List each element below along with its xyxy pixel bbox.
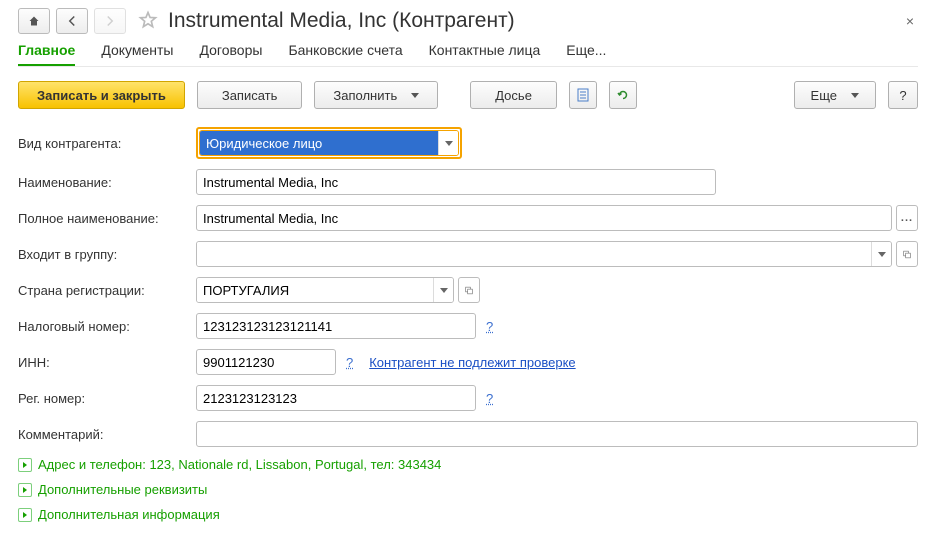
tab-bank-accounts[interactable]: Банковские счета	[288, 42, 402, 66]
tab-contacts[interactable]: Контактные лица	[429, 42, 541, 66]
label-reg-number: Рег. номер:	[18, 391, 196, 406]
contractor-type-combo[interactable]	[200, 131, 438, 155]
label-name: Наименование:	[18, 175, 196, 190]
toolbar: Записать и закрыть Записать Заполнить До…	[18, 81, 918, 109]
tab-bar: Главное Документы Договоры Банковские сч…	[18, 42, 918, 67]
tab-more[interactable]: Еще...	[566, 42, 606, 66]
label-tax-number: Налоговый номер:	[18, 319, 196, 334]
fullname-lookup-button[interactable]: ...	[896, 205, 918, 231]
country-open-button[interactable]	[458, 277, 480, 303]
favorite-star-icon[interactable]	[138, 10, 158, 33]
expand-arrow-icon	[18, 458, 32, 472]
help-button[interactable]: ?	[888, 81, 918, 109]
back-button[interactable]	[56, 8, 88, 34]
expand-arrow-icon	[18, 483, 32, 497]
main-form: Вид контрагента: Наименование: Полное на…	[18, 127, 918, 522]
label-group: Входит в группу:	[18, 247, 196, 262]
home-button[interactable]	[18, 8, 50, 34]
inn-check-link[interactable]: Контрагент не подлежит проверке	[369, 355, 575, 370]
dossier-button[interactable]: Досье	[470, 81, 557, 109]
dropdown-arrow-icon[interactable]	[871, 242, 891, 266]
dropdown-arrow-icon[interactable]	[438, 131, 458, 155]
document-icon-button[interactable]	[569, 81, 597, 109]
label-comment: Комментарий:	[18, 427, 196, 442]
save-and-close-button[interactable]: Записать и закрыть	[18, 81, 185, 109]
inn-input[interactable]	[196, 349, 336, 375]
section-additional-info[interactable]: Дополнительная информация	[18, 507, 918, 522]
inn-hint-icon[interactable]: ?	[346, 355, 353, 370]
section-additional-props-label: Дополнительные реквизиты	[38, 482, 207, 497]
contractor-type-focus-frame	[196, 127, 462, 159]
tab-documents[interactable]: Документы	[101, 42, 173, 66]
country-combo[interactable]	[197, 278, 433, 302]
tax-number-hint-icon[interactable]: ?	[486, 319, 493, 334]
tax-number-input[interactable]	[196, 313, 476, 339]
fill-button[interactable]: Заполнить	[314, 81, 438, 109]
section-address-phone[interactable]: Адрес и телефон: 123, Nationale rd, Liss…	[18, 457, 918, 472]
label-inn: ИНН:	[18, 355, 196, 370]
reg-number-hint-icon[interactable]: ?	[486, 391, 493, 406]
more-actions-button[interactable]: Еще	[794, 81, 876, 109]
refresh-icon-button[interactable]	[609, 81, 637, 109]
group-combo[interactable]	[197, 242, 871, 266]
titlebar: Instrumental Media, Inc (Контрагент) ×	[18, 8, 918, 34]
label-country: Страна регистрации:	[18, 283, 196, 298]
close-button[interactable]: ×	[902, 13, 918, 29]
expand-arrow-icon	[18, 508, 32, 522]
group-open-button[interactable]	[896, 241, 918, 267]
forward-button[interactable]	[94, 8, 126, 34]
tab-contracts[interactable]: Договоры	[200, 42, 263, 66]
section-additional-info-label: Дополнительная информация	[38, 507, 220, 522]
section-additional-props[interactable]: Дополнительные реквизиты	[18, 482, 918, 497]
fullname-input[interactable]	[196, 205, 892, 231]
dropdown-arrow-icon[interactable]	[433, 278, 453, 302]
reg-number-input[interactable]	[196, 385, 476, 411]
name-input[interactable]	[196, 169, 716, 195]
label-contractor-type: Вид контрагента:	[18, 136, 196, 151]
tab-main[interactable]: Главное	[18, 42, 75, 66]
comment-input[interactable]	[196, 421, 918, 447]
label-fullname: Полное наименование:	[18, 211, 196, 226]
page-title: Instrumental Media, Inc (Контрагент)	[168, 9, 515, 33]
save-button[interactable]: Записать	[197, 81, 303, 109]
section-address-label: Адрес и телефон: 123, Nationale rd, Liss…	[38, 457, 441, 472]
